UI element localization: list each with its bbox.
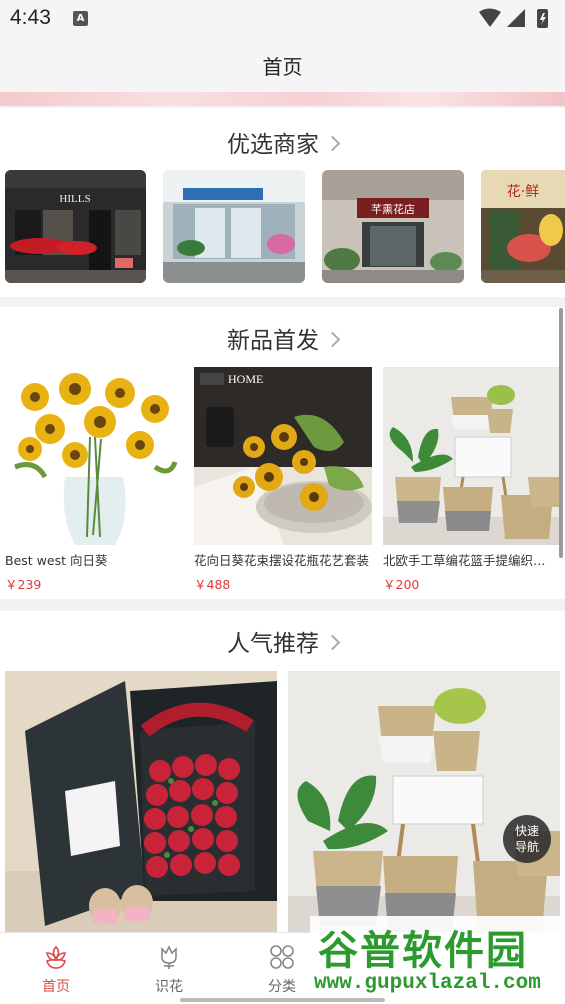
chevron-right-icon: [324, 634, 341, 651]
watermark-title: 谷普软件园: [318, 928, 528, 974]
banner-carousel[interactable]: [0, 92, 565, 106]
tab-label: 分类: [268, 979, 296, 995]
wifi-icon: [479, 8, 501, 27]
watermark: 谷普软件园 www.gupuxlazal.com: [310, 916, 565, 1004]
merchant-card[interactable]: HILLS: [5, 170, 146, 283]
flower-home-icon: [45, 945, 67, 969]
tab-home[interactable]: 首页: [21, 933, 91, 997]
shop-sign-text: HILLS: [59, 193, 90, 205]
home-indicator: [180, 998, 385, 1002]
grid-icon: [270, 945, 294, 969]
tab-label: 首页: [42, 979, 70, 995]
section-title: 新品首发: [227, 328, 319, 354]
product-image[interactable]: [5, 367, 183, 545]
scrollbar[interactable]: [559, 308, 563, 558]
merchant-card[interactable]: 芊熏花店: [322, 170, 464, 283]
product-name: Best west 向日葵: [5, 553, 108, 568]
status-time: 4:43: [10, 6, 51, 29]
product-image[interactable]: [383, 367, 559, 545]
shop-sign-text: 花·鲜: [507, 184, 539, 200]
status-bar: 4:43 A: [0, 0, 565, 38]
status-icons: [479, 8, 548, 28]
page-title: 首页: [262, 55, 303, 79]
image-overlay-text: HOME: [228, 372, 263, 386]
popular-product-image[interactable]: [288, 671, 560, 932]
section-title: 优选商家: [227, 132, 319, 158]
popular-section: 人气推荐: [0, 611, 565, 932]
chevron-right-icon: [324, 135, 341, 152]
shop-sign-text: 芊熏花店: [371, 202, 415, 216]
quick-nav-line2: 导航: [514, 840, 539, 854]
product-name: 北欧手工草编花篮手提编织篮子: [383, 553, 557, 568]
product-price: ￥488: [194, 577, 231, 592]
section-title: 人气推荐: [227, 631, 319, 657]
chevron-right-icon: [324, 331, 341, 348]
signal-icon: [507, 9, 525, 27]
quick-nav-button[interactable]: 快速 导航: [503, 815, 551, 863]
new-products-section: 新品首发 Best west 向日葵 ￥239 HOME 花向日葵花束摆设花瓶花…: [0, 307, 565, 599]
tab-categories[interactable]: 分类: [247, 933, 317, 997]
merchant-card[interactable]: [163, 170, 305, 283]
popular-header[interactable]: 人气推荐: [0, 624, 565, 658]
quick-nav-line1: 快速: [514, 824, 539, 838]
product-price: ￥239: [5, 577, 42, 592]
merchant-card[interactable]: 花·鲜: [481, 170, 565, 283]
tab-identify[interactable]: 识花: [134, 933, 204, 997]
watermark-url: www.gupuxlazal.com: [314, 972, 541, 995]
product-name: 花向日葵花束摆设花瓶花艺套装: [194, 553, 370, 568]
tab-label: 识花: [155, 979, 183, 995]
new-products-header[interactable]: 新品首发: [0, 321, 565, 355]
product-image[interactable]: HOME: [194, 367, 372, 545]
product-price: ￥200: [383, 577, 420, 592]
popular-product-image[interactable]: [5, 671, 277, 932]
tulip-icon: [161, 945, 177, 969]
merchants-header[interactable]: 优选商家: [0, 125, 565, 159]
top-nav-bar: 首页: [0, 38, 565, 92]
notification-icon: A: [73, 11, 88, 26]
merchants-section: 优选商家 HILLS 芊熏花店 花·鲜: [0, 108, 565, 297]
